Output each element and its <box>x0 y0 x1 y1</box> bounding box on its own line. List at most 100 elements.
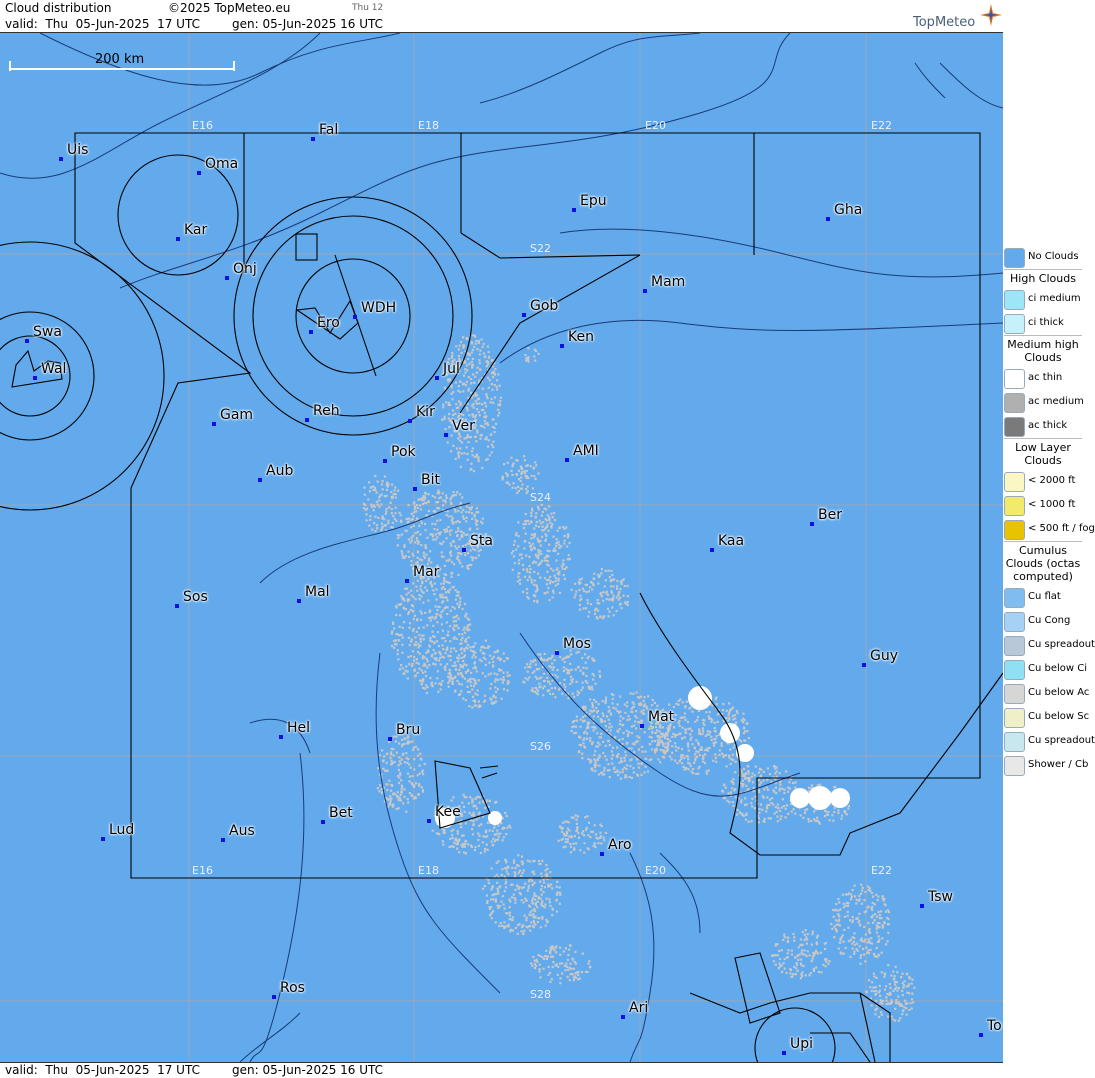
cloud-speckle <box>465 628 468 631</box>
cloud-speckle <box>721 789 724 792</box>
cloud-speckle <box>416 671 419 674</box>
cloud-speckle <box>862 947 865 951</box>
cloud-speckle <box>751 781 755 784</box>
cloud-speckle <box>426 536 429 539</box>
cloud-speckle <box>470 378 473 381</box>
cloud-speckle <box>579 599 582 602</box>
cloud-speckle <box>458 493 462 496</box>
cloud-speckle <box>426 624 429 627</box>
cloud-map[interactable]: 200 km E16 E18 E20 E22 S22 S24 S26 S28 E16 E18 E20… <box>0 33 1003 1062</box>
cloud-speckle <box>870 942 874 945</box>
legend-swatch <box>1004 660 1025 680</box>
cloud-speckle <box>551 596 554 599</box>
cloud-speckle <box>490 698 493 701</box>
cloud-speckle <box>471 828 474 831</box>
cloud-speckle <box>591 704 594 707</box>
legend-swatch <box>1004 636 1025 656</box>
cloud-speckle <box>436 500 440 504</box>
cloud-speckle <box>581 716 585 719</box>
cloud-speckle <box>552 569 555 572</box>
legend-heading: Low Layer Clouds <box>1004 438 1082 469</box>
cloud-speckle <box>886 992 889 996</box>
cloud-speckle <box>586 815 589 818</box>
cloud-speckle <box>666 731 669 734</box>
cloud-speckle <box>473 849 476 852</box>
cloud-speckle <box>632 692 635 695</box>
cloud-speckle <box>592 577 595 580</box>
cloud-speckle <box>608 776 611 779</box>
cloud-speckle <box>721 709 724 712</box>
cloud-speckle <box>494 838 498 842</box>
cloud-speckle <box>606 593 609 596</box>
cloud-speckle <box>604 569 607 573</box>
cloud-speckle <box>395 807 398 811</box>
cloud-speckle <box>903 1006 906 1009</box>
cloud-speckle <box>460 652 464 655</box>
cloud-speckle <box>570 836 573 839</box>
cloud-speckle <box>880 999 883 1002</box>
cloud-speckle <box>580 689 583 692</box>
cloud-speckle <box>535 688 538 691</box>
cloud-speckle <box>657 758 660 761</box>
cloud-speckle <box>469 649 473 652</box>
cloud-speckle <box>658 736 661 739</box>
cloud-speckle <box>837 947 840 950</box>
cloud-speckle <box>407 550 410 553</box>
cloud-speckle <box>471 559 474 562</box>
cloud-speckle <box>893 975 896 978</box>
cloud-speckle <box>908 977 912 980</box>
cloud-speckle <box>554 946 557 949</box>
cloud-speckle <box>442 555 445 558</box>
cloud-speckle <box>562 950 565 953</box>
cloud-speckle <box>390 751 393 754</box>
cloud-speckle <box>477 832 480 835</box>
cloud-speckle <box>654 740 657 743</box>
cloud-speckle <box>562 821 565 824</box>
cloud-speckle <box>439 614 442 617</box>
city-dot-icon <box>782 1051 786 1055</box>
cloud-speckle <box>472 470 476 473</box>
cloud-speckle <box>490 898 493 901</box>
shower-cell <box>790 788 810 808</box>
cloud-speckle <box>716 713 719 716</box>
cloud-speckle <box>782 962 785 965</box>
cloud-speckle <box>574 593 577 596</box>
cloud-speckle <box>399 514 402 517</box>
cloud-speckle <box>448 679 451 682</box>
cloud-speckle <box>873 952 876 955</box>
cloud-speckle <box>464 615 467 618</box>
cloud-speckle <box>589 761 592 764</box>
cloud-speckle <box>882 899 885 902</box>
cloud-speckle <box>473 513 476 517</box>
city-dot-icon <box>810 522 814 526</box>
cloud-speckle <box>525 554 528 557</box>
cloud-speckle <box>751 772 754 775</box>
cloud-speckle <box>514 888 517 891</box>
cloud-speckle <box>595 706 598 710</box>
cloud-speckle <box>405 587 409 590</box>
cloud-speckle <box>551 668 554 671</box>
cloud-speckle <box>894 1007 897 1010</box>
cloud-speckle <box>698 709 701 712</box>
cloud-speckle <box>550 512 553 515</box>
cloud-speckle <box>884 910 887 913</box>
cloud-speckle <box>810 943 813 946</box>
cloud-speckle <box>754 795 757 798</box>
cloud-speckle <box>474 342 477 345</box>
cloud-speckle <box>440 582 443 585</box>
cloud-speckle <box>475 340 478 343</box>
cloud-speckle <box>457 527 460 530</box>
cloud-speckle <box>530 921 533 924</box>
cloud-speckle <box>547 680 550 683</box>
cloud-speckle <box>458 693 461 697</box>
cloud-speckle <box>444 501 447 504</box>
cloud-speckle <box>461 544 464 548</box>
cloud-speckle <box>881 895 884 898</box>
topmeteo-logo: TopMeteo <box>903 2 1003 32</box>
cloud-speckle <box>462 413 465 417</box>
cloud-speckle <box>823 942 826 945</box>
cloud-speckle <box>525 520 528 523</box>
cloud-speckle <box>602 599 605 602</box>
cloud-speckle <box>449 837 452 841</box>
cloud-speckle <box>496 688 499 691</box>
